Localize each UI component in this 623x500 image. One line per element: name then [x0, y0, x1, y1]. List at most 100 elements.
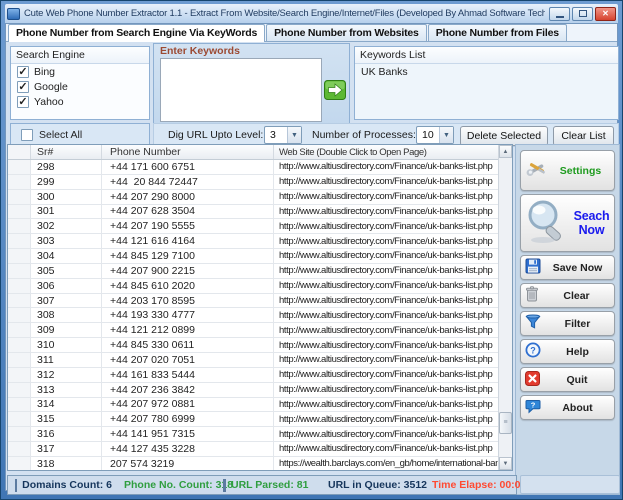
scroll-up-icon[interactable]: ▲ — [499, 145, 512, 158]
column-header-website[interactable]: Web Site (Double Click to Open Page) — [274, 145, 512, 159]
processes-select[interactable]: 10 ▼ — [416, 126, 454, 144]
cell-phone: +44 845 330 0611 — [102, 338, 274, 352]
row-selector-cell — [8, 398, 31, 412]
table-row[interactable]: 301+44 207 628 3504http://www.altiusdire… — [8, 205, 512, 220]
row-selector-cell — [8, 442, 31, 456]
table-row[interactable]: 312+44 161 833 5444http://www.altiusdire… — [8, 368, 512, 383]
engine-checkbox-google[interactable]: ✓ — [17, 81, 29, 93]
table-row[interactable]: 308+44 193 330 4777http://www.altiusdire… — [8, 308, 512, 323]
keyword-item[interactable]: UK Banks — [355, 64, 618, 80]
cell-phone: +44 193 330 4777 — [102, 308, 274, 322]
table-row[interactable]: 304+44 845 129 7100http://www.altiusdire… — [8, 249, 512, 264]
table-row[interactable]: 300+44 207 290 8000http://www.altiusdire… — [8, 190, 512, 205]
table-row[interactable]: 309+44 121 212 0899http://www.altiusdire… — [8, 323, 512, 338]
engine-row-yahoo: ✓Yahoo — [11, 94, 149, 109]
cell-website: http://www.altiusdirectory.com/Finance/u… — [274, 160, 512, 174]
cell-website: http://www.altiusdirectory.com/Finance/u… — [274, 175, 512, 189]
table-row[interactable]: 298+44 171 600 6751http://www.altiusdire… — [8, 160, 512, 175]
engine-checkbox-bing[interactable]: ✓ — [17, 66, 29, 78]
close-button[interactable]: ✕ — [595, 7, 616, 21]
table-row[interactable]: 310+44 845 330 0611http://www.altiusdire… — [8, 338, 512, 353]
tab-2[interactable]: Phone Number from Websites — [266, 24, 427, 41]
table-row[interactable]: 318207 574 3219https://wealth.barclays.c… — [8, 457, 512, 470]
chevron-down-icon: ▼ — [439, 127, 453, 143]
table-header-row: Sr#Phone NumberWeb Site (Double Click to… — [8, 145, 512, 160]
engine-checkbox-yahoo[interactable]: ✓ — [17, 96, 29, 108]
keywords-list: UK Banks — [355, 64, 618, 80]
cell-website: http://www.altiusdirectory.com/Finance/u… — [274, 294, 512, 308]
row-selector-cell — [8, 234, 31, 248]
main-content: Search Engine ✓Bing✓Google✓Yahoo Select … — [6, 43, 617, 490]
tab-1[interactable]: Phone Number from Search Engine Via KeyW… — [8, 24, 265, 42]
close-icon: ✕ — [602, 9, 609, 18]
scroll-down-icon[interactable]: ▼ — [499, 457, 512, 470]
about-bubble-icon: ? — [525, 399, 541, 417]
row-selector-header — [8, 145, 31, 159]
table-row[interactable]: 299+44 20 844 72447http://www.altiusdire… — [8, 175, 512, 190]
table-row[interactable]: 305+44 207 900 2215http://www.altiusdire… — [8, 264, 512, 279]
maximize-button[interactable] — [572, 7, 593, 21]
table-row[interactable]: 313+44 207 236 3842http://www.altiusdire… — [8, 383, 512, 398]
row-selector-cell — [8, 264, 31, 278]
cell-phone: +44 845 610 2020 — [102, 279, 274, 293]
help-button[interactable]: ?Help — [520, 339, 615, 364]
add-keywords-button[interactable] — [324, 80, 346, 100]
table-row[interactable]: 314+44 207 972 0881http://www.altiusdire… — [8, 398, 512, 413]
processes-value: 10 — [417, 129, 439, 141]
row-selector-cell — [8, 457, 31, 470]
cell-phone: +44 161 833 5444 — [102, 368, 274, 382]
funnel-icon — [525, 314, 541, 333]
sidebar-button-label: Quit — [544, 374, 610, 386]
table-row[interactable]: 311+44 207 020 7051http://www.altiusdire… — [8, 353, 512, 368]
table-row[interactable]: 315+44 207 780 6999http://www.altiusdire… — [8, 412, 512, 427]
minimize-button[interactable] — [549, 7, 570, 21]
cell-website: http://www.altiusdirectory.com/Finance/u… — [274, 219, 512, 233]
select-all-checkbox[interactable] — [21, 129, 33, 141]
cell-sr: 300 — [31, 190, 102, 204]
table-row[interactable]: 306+44 845 610 2020http://www.altiusdire… — [8, 279, 512, 294]
action-sidebar: SettingsSeach Now Save Now Clear Filter ?Hel… — [515, 144, 620, 495]
app-window: Cute Web Phone Number Extractor 1.1 - Ex… — [0, 0, 623, 500]
table-row[interactable]: 303+44 121 616 4164http://www.altiusdire… — [8, 234, 512, 249]
tab-strip: Phone Number from Search Engine Via KeyW… — [6, 24, 617, 42]
scrollbar-thumb[interactable]: ≡ — [499, 412, 512, 434]
seach-now-button[interactable]: Seach Now — [520, 194, 615, 252]
column-header-sr[interactable]: Sr# — [31, 145, 102, 159]
filter-button[interactable]: Filter — [520, 311, 615, 336]
floppy-icon — [525, 258, 541, 277]
keywords-input[interactable] — [160, 58, 322, 122]
save-now-button[interactable]: Save Now — [520, 255, 615, 280]
cell-sr: 299 — [31, 175, 102, 189]
clear-list-button[interactable]: Clear List — [553, 126, 614, 146]
svg-text:?: ? — [531, 400, 536, 409]
tab-3[interactable]: Phone Number from Files — [428, 24, 567, 41]
search-engine-header: Search Engine — [11, 47, 149, 64]
sidebar-button-label: About — [545, 402, 610, 414]
column-header-phone[interactable]: Phone Number — [102, 145, 274, 159]
table-row[interactable]: 302+44 207 190 5555http://www.altiusdire… — [8, 219, 512, 234]
about-button[interactable]: ? About — [520, 395, 615, 420]
sidebar-button-label: Filter — [545, 318, 610, 330]
delete-selected-button[interactable]: Delete Selected — [460, 126, 548, 146]
keywords-list-header: Keywords List — [355, 47, 618, 64]
app-icon — [7, 8, 20, 20]
row-selector-cell — [8, 249, 31, 263]
dig-level-select[interactable]: 3 ▼ — [264, 126, 302, 144]
table-row[interactable]: 317+44 127 435 3228http://www.altiusdire… — [8, 442, 512, 457]
magnifier-icon — [525, 199, 569, 248]
status-segment: Phone No. Count: 318 — [112, 478, 216, 492]
table-body: 298+44 171 600 6751http://www.altiusdire… — [8, 160, 512, 470]
cell-sr: 316 — [31, 427, 102, 441]
clear-button[interactable]: Clear — [520, 283, 615, 308]
table-row[interactable]: 316+44 141 951 7315http://www.altiusdire… — [8, 427, 512, 442]
quit-button[interactable]: Quit — [520, 367, 615, 392]
cell-sr: 314 — [31, 398, 102, 412]
vertical-scrollbar[interactable]: ▲ ≡ ▼ — [498, 145, 512, 470]
settings-button[interactable]: Settings — [520, 150, 615, 191]
cell-website: http://www.altiusdirectory.com/Finance/u… — [274, 279, 512, 293]
table-row[interactable]: 307+44 203 170 8595http://www.altiusdire… — [8, 294, 512, 309]
search-engine-panel: Search Engine ✓Bing✓Google✓Yahoo — [10, 46, 150, 120]
sidebar-button-label: Clear — [543, 290, 610, 302]
engine-label: Bing — [34, 66, 55, 78]
help-circle-icon: ? — [525, 342, 541, 361]
